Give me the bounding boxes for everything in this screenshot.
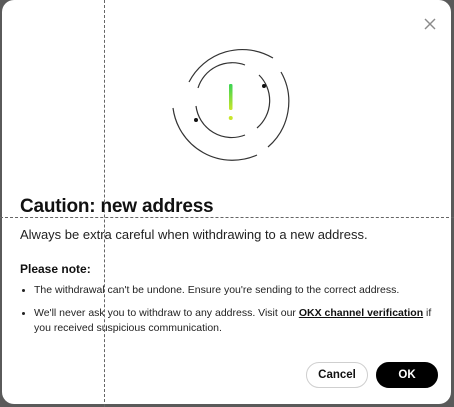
cancel-button[interactable]: Cancel	[306, 362, 368, 388]
list-item: The withdrawal can't be undone. Ensure y…	[20, 283, 440, 298]
close-icon	[424, 18, 436, 30]
dialog-subtitle: Always be extra careful when withdrawing…	[20, 227, 368, 242]
note-text: The withdrawal can't be undone. Ensure y…	[34, 284, 400, 296]
note-text-before-link: We'll never ask you to withdraw to any a…	[34, 307, 299, 319]
notes-list: The withdrawal can't be undone. Ensure y…	[20, 283, 440, 344]
ok-button[interactable]: OK	[376, 362, 438, 388]
dialog-title: Caution: new address	[20, 196, 214, 217]
close-button[interactable]	[419, 13, 441, 35]
caution-dialog: Caution: new address Always be extra car…	[2, 0, 451, 404]
exclamation-circles-icon	[172, 48, 290, 161]
bullet-dot	[22, 289, 25, 292]
note-heading: Please note:	[20, 262, 91, 276]
list-item: We'll never ask you to withdraw to any a…	[20, 306, 440, 336]
okx-channel-verification-link[interactable]: OKX channel verification	[299, 307, 423, 319]
bullet-dot	[22, 312, 25, 315]
